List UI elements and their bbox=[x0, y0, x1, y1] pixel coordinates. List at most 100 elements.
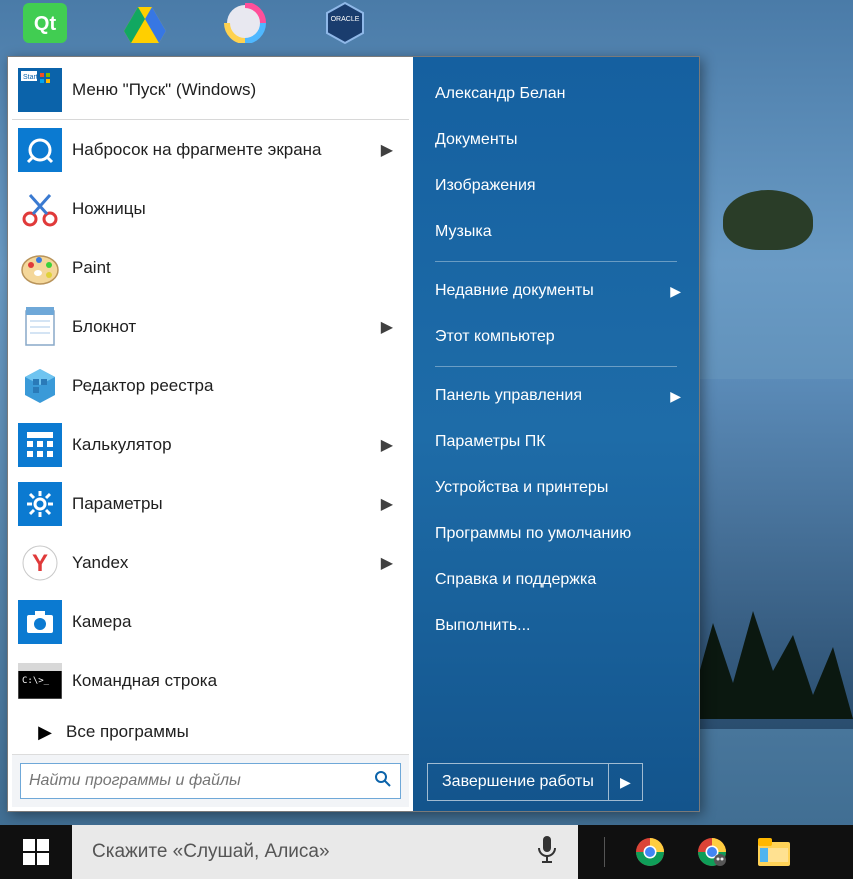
menu-item-camera[interactable]: Камера bbox=[12, 592, 409, 651]
right-item-devices-printers[interactable]: Устройства и принтеры bbox=[421, 465, 691, 511]
start-menu-left-panel: Start Меню "Пуск" (Windows) Набросок на … bbox=[8, 57, 413, 811]
menu-item-snipping-tool[interactable]: Ножницы bbox=[12, 179, 409, 238]
submenu-arrow-icon: ▶ bbox=[371, 553, 403, 573]
right-item-documents[interactable]: Документы bbox=[421, 117, 691, 163]
shutdown-label: Завершение работы bbox=[442, 773, 594, 791]
right-item-user[interactable]: Александр Белан bbox=[421, 71, 691, 117]
camera-icon bbox=[18, 600, 62, 644]
menu-item-snip-sketch[interactable]: Набросок на фрагменте экрана ▶ bbox=[12, 120, 409, 179]
menu-item-label: Блокнот bbox=[62, 317, 371, 337]
menu-item-label: Набросок на фрагменте экрана bbox=[62, 140, 371, 160]
menu-item-regedit[interactable]: Редактор реестра bbox=[12, 356, 409, 415]
desktop-icon-drive[interactable] bbox=[120, 0, 170, 45]
start-tile-icon: Start bbox=[18, 68, 62, 112]
right-item-default-programs[interactable]: Программы по умолчанию bbox=[421, 511, 691, 557]
desktop-icon-virtualbox[interactable]: ORACLE bbox=[320, 0, 370, 45]
search-icon[interactable] bbox=[374, 770, 392, 793]
regedit-icon bbox=[18, 364, 62, 408]
scissors-icon bbox=[18, 187, 62, 231]
submenu-arrow-icon: ▶ bbox=[371, 317, 403, 337]
menu-item-label: Paint bbox=[62, 258, 403, 278]
submenu-arrow-icon: ▶ bbox=[670, 283, 681, 300]
microphone-icon[interactable] bbox=[536, 834, 558, 870]
chevron-right-icon: ▶ bbox=[620, 774, 631, 791]
yandex-icon: Y bbox=[18, 541, 62, 585]
desktop-icon-krita[interactable] bbox=[220, 0, 270, 45]
submenu-arrow-icon: ▶ bbox=[670, 388, 681, 405]
all-programs-button[interactable]: ▶ Все программы bbox=[12, 710, 409, 754]
right-item-label: Программы по умолчанию bbox=[435, 525, 631, 543]
menu-item-cmd[interactable]: C:\>_ Командная строка bbox=[12, 651, 409, 710]
menu-item-label: Редактор реестра bbox=[62, 376, 403, 396]
right-item-label: Панель управления bbox=[435, 387, 582, 405]
settings-gear-icon bbox=[18, 482, 62, 526]
taskbar-icon-chrome[interactable] bbox=[633, 835, 667, 869]
right-item-label: Изображения bbox=[435, 177, 536, 195]
right-item-help[interactable]: Справка и поддержка bbox=[421, 557, 691, 603]
wallpaper-island bbox=[723, 190, 813, 250]
right-item-label: Выполнить... bbox=[435, 617, 531, 635]
menu-item-label: Камера bbox=[62, 612, 403, 632]
search-input[interactable] bbox=[29, 772, 374, 790]
desktop-icons-row: Qt ORACLE bbox=[0, 0, 390, 45]
right-item-this-pc[interactable]: Этот компьютер bbox=[421, 314, 691, 360]
submenu-arrow-icon: ▶ bbox=[371, 494, 403, 514]
right-item-label: Александр Белан bbox=[435, 85, 565, 103]
notepad-icon bbox=[18, 305, 62, 349]
windows-logo-icon bbox=[23, 839, 49, 865]
all-programs-label: Все программы bbox=[66, 722, 189, 742]
menu-item-calculator[interactable]: Калькулятор ▶ bbox=[12, 415, 409, 474]
cmd-icon: C:\>_ bbox=[18, 659, 62, 703]
right-item-music[interactable]: Музыка bbox=[421, 209, 691, 255]
menu-item-settings[interactable]: Параметры ▶ bbox=[12, 474, 409, 533]
taskbar: Скажите «Слушай, Алиса» bbox=[0, 825, 853, 879]
desktop-icon-qt[interactable]: Qt bbox=[20, 0, 70, 45]
right-item-label: Музыка bbox=[435, 223, 492, 241]
shutdown-row: Завершение работы ▶ bbox=[421, 763, 691, 801]
svg-text:Qt: Qt bbox=[34, 13, 57, 35]
right-item-pictures[interactable]: Изображения bbox=[421, 163, 691, 209]
menu-item-label: Yandex bbox=[62, 553, 371, 573]
start-button[interactable] bbox=[0, 825, 72, 879]
snip-sketch-icon bbox=[18, 128, 62, 172]
taskbar-pinned-area bbox=[578, 825, 853, 879]
right-item-label: Справка и поддержка bbox=[435, 571, 596, 589]
right-item-recent-docs[interactable]: Недавние документы ▶ bbox=[421, 268, 691, 314]
menu-item-label: Ножницы bbox=[62, 199, 403, 219]
voice-placeholder: Скажите «Слушай, Алиса» bbox=[92, 841, 330, 863]
menu-item-yandex[interactable]: Y Yandex ▶ bbox=[12, 533, 409, 592]
svg-text:Y: Y bbox=[32, 550, 48, 577]
menu-item-label: Меню "Пуск" (Windows) bbox=[62, 80, 403, 100]
taskbar-icon-chrome-incognito[interactable] bbox=[695, 835, 729, 869]
taskbar-icon-file-explorer[interactable] bbox=[757, 835, 791, 869]
menu-item-start-windows[interactable]: Start Меню "Пуск" (Windows) bbox=[12, 61, 409, 120]
right-item-control-panel[interactable]: Панель управления ▶ bbox=[421, 373, 691, 419]
svg-text:Start: Start bbox=[23, 74, 38, 81]
paint-icon bbox=[18, 246, 62, 290]
right-item-label: Этот компьютер bbox=[435, 328, 555, 346]
taskbar-separator bbox=[604, 837, 605, 867]
right-item-pc-settings[interactable]: Параметры ПК bbox=[421, 419, 691, 465]
shutdown-button[interactable]: Завершение работы bbox=[427, 763, 609, 801]
voice-search-box[interactable]: Скажите «Слушай, Алиса» bbox=[72, 825, 578, 879]
separator bbox=[435, 366, 677, 367]
calculator-icon bbox=[18, 423, 62, 467]
separator bbox=[435, 261, 677, 262]
right-item-label: Недавние документы bbox=[435, 282, 594, 300]
menu-item-label: Параметры bbox=[62, 494, 371, 514]
submenu-arrow-icon: ▶ bbox=[371, 140, 403, 160]
start-menu: Start Меню "Пуск" (Windows) Набросок на … bbox=[7, 56, 700, 812]
shutdown-options-button[interactable]: ▶ bbox=[609, 763, 643, 801]
search-row bbox=[12, 754, 409, 807]
svg-text:C:\>_: C:\>_ bbox=[22, 676, 50, 686]
menu-item-label: Калькулятор bbox=[62, 435, 371, 455]
right-item-run[interactable]: Выполнить... bbox=[421, 603, 691, 649]
right-item-label: Устройства и принтеры bbox=[435, 479, 608, 497]
menu-item-paint[interactable]: Paint bbox=[12, 238, 409, 297]
menu-item-notepad[interactable]: Блокнот ▶ bbox=[12, 297, 409, 356]
right-item-label: Параметры ПК bbox=[435, 433, 546, 451]
submenu-arrow-icon: ▶ bbox=[371, 435, 403, 455]
search-box[interactable] bbox=[20, 763, 401, 799]
right-item-label: Документы bbox=[435, 131, 517, 149]
svg-text:ORACLE: ORACLE bbox=[331, 16, 360, 23]
